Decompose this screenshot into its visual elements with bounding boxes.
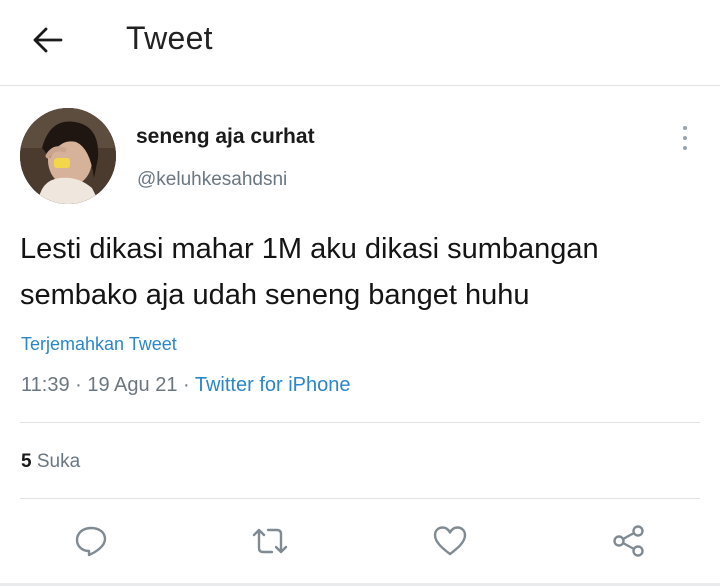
tweet-text-line: sembako aja udah seneng banget huhu [20, 279, 530, 311]
meta-separator: · [177, 374, 195, 396]
tweet-text: Lesti dikasi mahar 1M aku dikasi sumbang… [20, 226, 700, 318]
more-options-button[interactable] [672, 124, 698, 152]
share-button[interactable] [609, 521, 649, 561]
author-handle[interactable]: @keluhkesahdsni [137, 169, 287, 191]
translate-tweet-link[interactable]: Terjemahkan Tweet [21, 334, 177, 355]
arrow-left-icon [33, 27, 63, 53]
more-dot [683, 146, 687, 150]
reply-bubble-icon [75, 526, 107, 557]
tweet-date: 19 Agu 21 [87, 374, 178, 396]
app-header: Tweet [0, 0, 720, 86]
retweet-icon [252, 528, 288, 554]
tweet-source-link[interactable]: Twitter for iPhone [195, 374, 351, 396]
likes-count: 5 [21, 451, 32, 472]
divider [20, 422, 700, 423]
avatar[interactable] [20, 108, 116, 204]
more-dot [683, 126, 687, 130]
likes-label: Suka [36, 451, 81, 472]
share-icon [613, 525, 644, 557]
meta-separator: · [69, 374, 88, 396]
heart-icon [433, 526, 467, 556]
divider [20, 498, 700, 499]
tweet-time: 11:39 [21, 374, 70, 396]
like-button[interactable] [430, 521, 470, 561]
tweet-text-line: Lesti dikasi mahar 1M aku dikasi sumbang… [20, 233, 599, 265]
likes-stat[interactable]: 5 Suka [21, 451, 80, 473]
tweet-meta: 11:39 · 19 Agu 21 · Twitter for iPhone [21, 374, 351, 397]
page-title: Tweet [126, 20, 213, 56]
retweet-button[interactable] [250, 521, 290, 561]
author-name[interactable]: seneng aja curhat [136, 125, 315, 149]
reply-button[interactable] [71, 521, 111, 561]
more-dot [683, 136, 687, 140]
back-button[interactable] [22, 18, 74, 62]
